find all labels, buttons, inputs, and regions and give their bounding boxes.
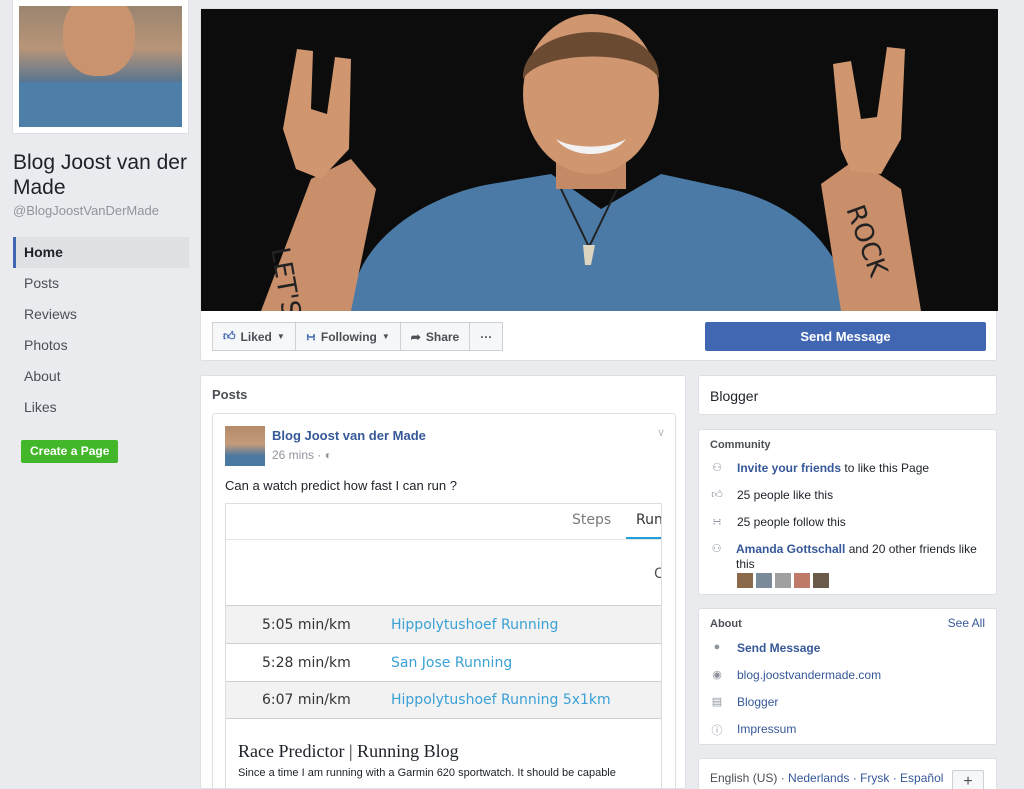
caret-down-icon: ▼: [276, 332, 285, 341]
friend-avatar[interactable]: [813, 573, 829, 588]
nav-item-posts[interactable]: Posts: [13, 268, 189, 299]
profile-picture[interactable]: [12, 0, 189, 134]
run-pace: 5:28 min/km: [262, 654, 351, 671]
thumbs-up-icon: 👍︎: [223, 329, 236, 343]
share-button[interactable]: ➦ Share: [399, 322, 471, 351]
post-text: Can a watch predict how fast I can run ?: [225, 478, 457, 493]
post: Blog Joost van der Made 26 mins · ◐ ∨ Ca…: [212, 413, 676, 788]
friends-icon: ⚇: [712, 462, 722, 474]
invite-text: to like this Page: [841, 461, 930, 475]
friend-thumbnails: [737, 573, 829, 588]
posts-card: Posts Blog Joost van der Made 26 mins · …: [200, 375, 686, 789]
rss-icon: ∺: [305, 329, 316, 344]
link-title: Race Predictor | Running Blog: [238, 741, 459, 761]
follows-row: ∺ 25 people follow this: [710, 515, 846, 529]
caret-down-icon: ▼: [381, 332, 390, 341]
nav-item-likes[interactable]: Likes: [13, 392, 189, 423]
rss-icon: ∺: [712, 516, 722, 528]
liked-button[interactable]: 👍︎ Liked ▼: [212, 322, 296, 351]
see-all-link[interactable]: See All: [948, 616, 985, 630]
run-row: 5:05 min/km Hippolytushoef Running: [226, 605, 661, 643]
nav-item-photos[interactable]: Photos: [13, 330, 189, 361]
friend-link[interactable]: Amanda Gottschall: [736, 542, 845, 556]
run-row: 5:28 min/km San Jose Running: [226, 643, 661, 681]
likes-text: 25 people like this: [737, 488, 834, 502]
more-button[interactable]: ···: [469, 322, 504, 351]
friends-row: ⚇ Amanda Gottschall and 20 other friends…: [710, 542, 980, 572]
about-category-row: ▤ Blogger: [710, 695, 779, 709]
run-name: Hippolytushoef Running 5x1km: [391, 692, 611, 708]
tab-run: Run: [636, 512, 662, 528]
language-links[interactable]: Nederlands · Frysk · Español: [788, 771, 943, 785]
community-card: Community ⚇ Invite your friends to like …: [698, 429, 997, 595]
cover-card: LET'S ROCK 👍︎ Liked ▼ ∺ Following ▼ ➦ Sh…: [200, 8, 998, 361]
run-row: 6:07 min/km Hippolytushoef Running 5x1km: [226, 681, 661, 719]
page-nav: Home Posts Reviews Photos About Likes: [13, 237, 189, 423]
post-time[interactable]: 26 mins · ◐: [272, 448, 332, 462]
about-send-message-link[interactable]: Send Message: [737, 641, 820, 655]
liked-label: Liked: [240, 329, 272, 344]
page-handle[interactable]: @BlogJoostVanDerMade: [13, 203, 159, 218]
languages-list: English (US) · Nederlands · Frysk · Espa…: [710, 771, 944, 785]
cut-off-text: C: [654, 566, 661, 582]
friend-avatar[interactable]: [756, 573, 772, 588]
following-label: Following: [320, 329, 377, 344]
about-card: About See All ● Send Message ◉ blog.joos…: [698, 608, 997, 745]
share-arrow-icon: ➦: [410, 329, 421, 344]
friend-avatar[interactable]: [794, 573, 810, 588]
follows-text: 25 people follow this: [737, 515, 846, 529]
invite-friends-link[interactable]: Invite your friends: [737, 461, 841, 475]
link-description: Since a time I am running with a Garmin …: [238, 767, 616, 779]
friends-icon: ⚇: [711, 543, 722, 555]
post-author[interactable]: Blog Joost van der Made: [272, 428, 426, 443]
languages-card: English (US) · Nederlands · Frysk · Espa…: [698, 758, 997, 789]
page-actions: 👍︎ Liked ▼ ∺ Following ▼ ➦ Share ···: [212, 322, 504, 351]
send-message-button[interactable]: Send Message: [705, 322, 986, 351]
cover-illustration: LET'S ROCK: [261, 14, 921, 311]
globe-icon: ◐: [324, 448, 332, 462]
invite-row: ⚇ Invite your friends to like this Page: [710, 461, 929, 475]
run-pace: 6:07 min/km: [262, 692, 351, 708]
friend-avatar[interactable]: [775, 573, 791, 588]
post-time-text: 26 mins ·: [272, 448, 325, 462]
post-avatar[interactable]: [225, 426, 265, 466]
tab-underline: [626, 537, 661, 539]
nav-item-about[interactable]: About: [13, 361, 189, 392]
post-options-chevron-icon[interactable]: ∨: [657, 426, 665, 439]
nav-item-home[interactable]: Home: [13, 237, 189, 268]
run-name: San Jose Running: [391, 654, 513, 671]
preview-tabs: Steps Run: [226, 504, 662, 540]
run-name: Hippolytushoef Running: [391, 616, 559, 633]
community-title: Community: [710, 439, 771, 451]
link-preview[interactable]: Steps Run C 5:05 min/km Hippolytushoef R…: [225, 503, 662, 788]
impressum-row: ⓘ Impressum: [710, 722, 797, 738]
info-icon: ⓘ: [711, 725, 723, 737]
thumbs-up-icon: 👍︎: [711, 489, 723, 501]
following-button[interactable]: ∺ Following ▼: [294, 322, 401, 351]
likes-row: 👍︎ 25 people like this: [710, 488, 833, 502]
about-category-link[interactable]: Blogger: [737, 695, 778, 709]
website-link[interactable]: blog.joostvandermade.com: [737, 668, 881, 682]
briefcase-icon: ▤: [711, 696, 723, 708]
language-current: English (US): [710, 771, 778, 785]
website-row: ◉ blog.joostvandermade.com: [710, 668, 881, 682]
create-page-button[interactable]: Create a Page: [21, 440, 119, 463]
posts-title[interactable]: Posts: [212, 387, 247, 402]
messenger-icon: ●: [713, 641, 721, 653]
share-label: Share: [425, 329, 460, 344]
friend-avatar[interactable]: [737, 573, 753, 588]
more-icon: ···: [480, 329, 493, 344]
category-card: Blogger: [698, 375, 997, 415]
nav-item-reviews[interactable]: Reviews: [13, 299, 189, 330]
about-send-message-row: ● Send Message: [710, 641, 821, 655]
cover-photo[interactable]: LET'S ROCK: [201, 9, 998, 311]
globe-icon: ◉: [712, 669, 722, 681]
run-pace: 5:05 min/km: [262, 616, 351, 633]
add-language-button[interactable]: +: [952, 770, 984, 789]
tab-steps: Steps: [572, 512, 612, 528]
profile-photo: [19, 6, 182, 127]
impressum-link[interactable]: Impressum: [737, 722, 796, 738]
about-title: About: [710, 618, 742, 630]
page-name: Blog Joost van der Made: [13, 151, 187, 199]
